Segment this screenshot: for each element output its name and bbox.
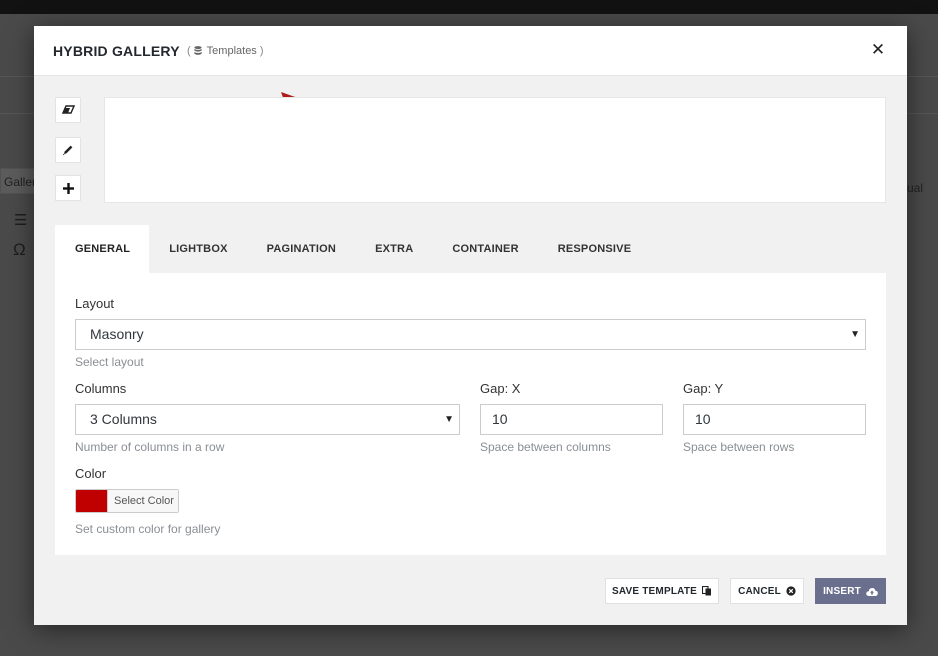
gap-x-help: Space between columns <box>480 440 611 454</box>
cancel-button[interactable]: CANCEL <box>730 578 804 604</box>
columns-label: Columns <box>75 381 127 396</box>
gap-y-label: Gap: Y <box>683 381 724 396</box>
chevron-down-icon: ▼ <box>444 414 454 425</box>
templates-label: Templates <box>206 45 257 57</box>
templates-close-paren: ) <box>259 45 264 57</box>
close-circle-icon <box>786 586 796 596</box>
templates-link[interactable]: ( Templates ) <box>187 45 263 57</box>
background-gallery-tab: Gallery <box>0 168 36 194</box>
gap-x-input[interactable]: 10 <box>480 404 663 435</box>
tab-responsive[interactable]: RESPONSIVE <box>538 225 651 273</box>
gap-x-label: Gap: X <box>480 381 521 396</box>
gap-y-help: Space between rows <box>683 440 795 454</box>
omega-icon: Ω <box>13 240 26 259</box>
tab-general[interactable]: GENERAL <box>55 225 150 273</box>
templates-open-paren: ( <box>187 45 191 57</box>
cloud-upload-icon <box>866 587 878 596</box>
color-picker-button[interactable]: Select Color <box>75 489 179 513</box>
layout-select-value: Masonry <box>90 326 144 342</box>
chevron-down-icon: ▼ <box>850 329 860 340</box>
layout-label: Layout <box>75 296 115 311</box>
eraser-button[interactable] <box>55 97 81 123</box>
layout-help: Select layout <box>75 355 144 369</box>
select-color-label: Select Color <box>107 490 178 512</box>
hybrid-gallery-modal: HYBRID GALLERY ( Templates ) ✕ GENERAL L… <box>34 26 907 625</box>
general-settings-panel: Layout Masonry ▼ Select layout Columns 3… <box>55 273 886 555</box>
insert-button[interactable]: INSERT <box>815 578 886 604</box>
insert-label: INSERT <box>823 585 861 597</box>
gallery-preview-area[interactable] <box>104 97 886 203</box>
background-topbar <box>0 0 938 14</box>
gap-y-input[interactable]: 10 <box>683 404 866 435</box>
save-template-label: SAVE TEMPLATE <box>611 585 697 597</box>
modal-header: HYBRID GALLERY ( Templates ) ✕ <box>34 26 907 76</box>
tab-lightbox[interactable]: LIGHTBOX <box>149 225 246 273</box>
close-icon[interactable]: ✕ <box>870 41 886 58</box>
color-swatch <box>76 490 107 512</box>
add-button[interactable] <box>55 175 81 201</box>
columns-select[interactable]: 3 Columns ▼ <box>75 404 460 435</box>
database-icon <box>194 46 202 55</box>
edit-button[interactable] <box>55 137 81 163</box>
background-visual-tab: ual <box>907 181 924 195</box>
tab-container[interactable]: CONTAINER <box>432 225 537 273</box>
settings-tabs: GENERAL LIGHTBOX PAGINATION EXTRA CONTAI… <box>55 225 650 273</box>
modal-title: HYBRID GALLERY <box>53 43 180 59</box>
color-help: Set custom color for gallery <box>75 522 221 536</box>
color-label: Color <box>75 466 107 481</box>
plus-icon <box>62 182 74 194</box>
tab-extra[interactable]: EXTRA <box>355 225 432 273</box>
pencil-icon <box>63 145 73 156</box>
columns-select-value: 3 Columns <box>90 411 157 427</box>
tab-pagination[interactable]: PAGINATION <box>247 225 355 273</box>
columns-help: Number of columns in a row <box>75 440 225 454</box>
layout-select[interactable]: Masonry ▼ <box>75 319 866 350</box>
save-template-button[interactable]: SAVE TEMPLATE <box>605 578 719 604</box>
list-icon: ☰ <box>14 212 28 229</box>
copy-icon <box>702 586 711 596</box>
cancel-label: CANCEL <box>738 585 781 597</box>
eraser-icon <box>61 105 75 114</box>
